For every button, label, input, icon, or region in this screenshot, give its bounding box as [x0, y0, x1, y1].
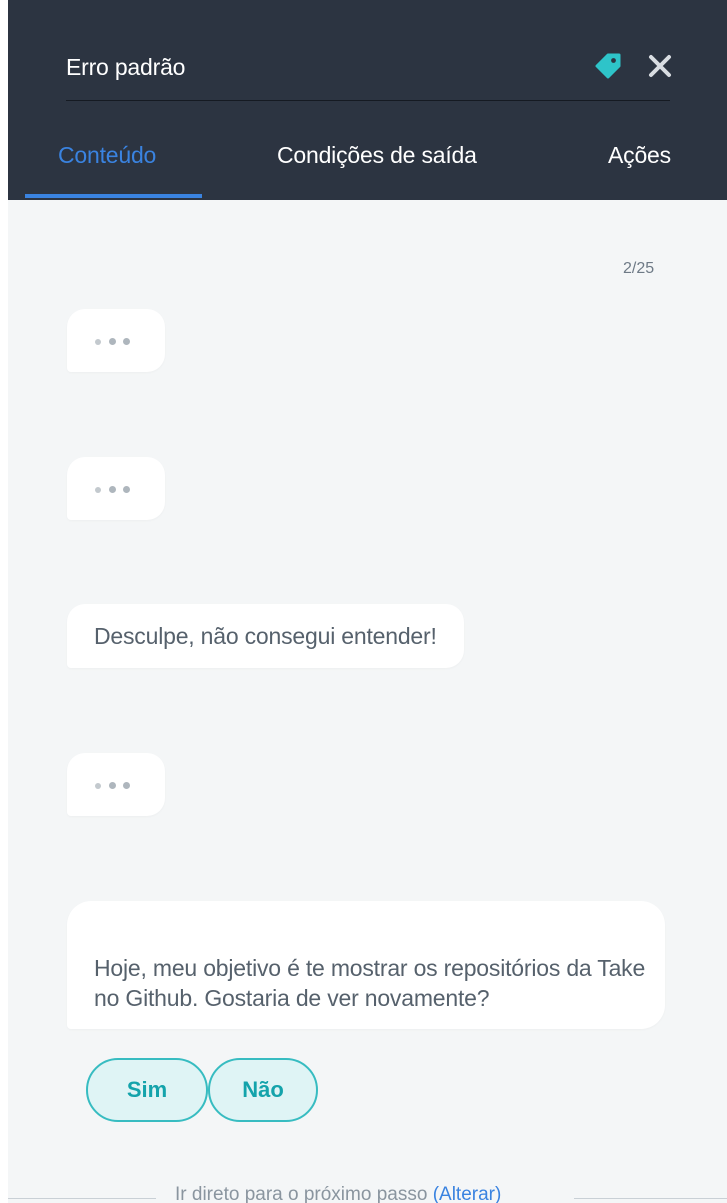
default-next-step-label: Ir direto para o próximo passo (Alterar) [175, 1184, 502, 1203]
message-bubble[interactable]: Hoje, meu objetivo é te mostrar os repos… [67, 901, 665, 1029]
title-row: Erro padrão [66, 44, 671, 101]
typing-bubble[interactable] [67, 753, 165, 816]
panel-header: Erro padrão Conteúdo Condições de saída … [8, 0, 727, 200]
block-title[interactable]: Erro padrão [66, 54, 185, 81]
default-next-step-text: Ir direto para o próximo passo [175, 1184, 428, 1203]
typing-dots-icon [95, 782, 139, 790]
typing-bubble[interactable] [67, 309, 165, 372]
tab-acoes[interactable]: Ações [608, 142, 671, 169]
typing-dots-icon [95, 338, 139, 346]
footer-divider [574, 1198, 727, 1199]
quick-reply-sim-button[interactable]: Sim [86, 1058, 208, 1122]
tag-icon[interactable] [592, 50, 624, 82]
tab-conteudo[interactable]: Conteúdo [58, 142, 156, 169]
typing-dots-icon [95, 486, 139, 494]
message-text: Hoje, meu objetivo é te mostrar os repos… [94, 955, 646, 1011]
typing-bubble[interactable] [67, 457, 165, 520]
page-left-strip [0, 0, 8, 1203]
message-counter: 2/25 [623, 260, 655, 277]
active-tab-indicator [25, 194, 202, 198]
block-editor-panel: Erro padrão Conteúdo Condições de saída … [8, 0, 727, 1203]
alterar-link[interactable]: (Alterar) [433, 1184, 502, 1203]
tab-condicoes-de-saida[interactable]: Condições de saída [277, 142, 477, 169]
message-bubble[interactable]: Desculpe, não consegui entender! [67, 604, 464, 668]
close-icon[interactable] [644, 50, 676, 82]
footer-divider [8, 1198, 156, 1199]
quick-reply-nao-button[interactable]: Não [208, 1058, 318, 1122]
